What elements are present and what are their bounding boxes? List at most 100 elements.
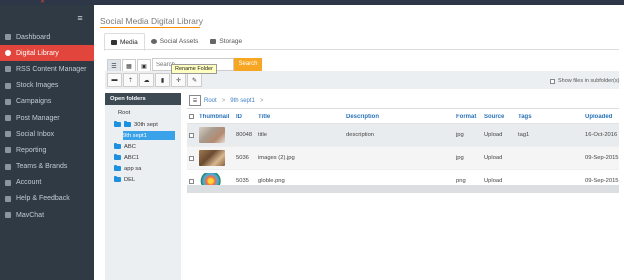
hamburger-menu-icon[interactable]: ≡	[75, 13, 85, 23]
folder-node[interactable]: DEL	[114, 175, 135, 184]
tab-storage[interactable]: Storage	[204, 33, 248, 49]
thumbnail-image[interactable]	[199, 150, 225, 166]
column-header-tags[interactable]: Tags	[518, 114, 585, 120]
open-folder-button[interactable]: ▬	[107, 73, 122, 87]
sidebar-item-account[interactable]: Account	[0, 175, 94, 191]
rename-folder-tooltip: Rename Folder	[171, 64, 217, 74]
main-content: Social Media Digital Library Media Socia…	[94, 5, 624, 280]
folder-label: Root	[118, 109, 131, 116]
folder-node[interactable]: ABC1	[114, 153, 139, 162]
show-files-subfolders[interactable]: Show files in subfolder(s)	[550, 78, 619, 84]
sidebar-item-rss-content-manager[interactable]: RSS Content Manager	[0, 61, 94, 77]
image-icon	[5, 82, 11, 89]
tags-cell: tag1	[518, 132, 530, 138]
folder-toolbar-buttons: ▬ ⇡ ☁ ▮ ✛ ✎	[107, 73, 203, 87]
row-checkbox[interactable]	[189, 132, 194, 138]
rename-folder-button[interactable]: ✎	[187, 73, 202, 87]
select-all-cell	[187, 114, 199, 119]
folder-label: ABC1	[124, 154, 140, 161]
title-cell: images (2).jpg	[258, 155, 295, 161]
media-grid: Thumbnail ID Title Description Format So…	[187, 110, 619, 193]
breadcrumb-separator: >	[259, 97, 264, 104]
row-checkbox[interactable]	[189, 155, 194, 161]
folders-header: Open folders	[105, 93, 181, 105]
column-header-thumbnail[interactable]: Thumbnail	[199, 114, 236, 120]
folder-node[interactable]: app sa	[114, 164, 141, 173]
tab-label: Storage	[219, 37, 243, 45]
column-header-source[interactable]: Source	[484, 114, 518, 120]
breadcrumb: ☰ Root > 9th sept1 >	[187, 93, 619, 109]
upload-button[interactable]: ☁	[139, 73, 154, 87]
sidebar-item-dashboard[interactable]: Dashboard	[0, 29, 94, 45]
tree-toggle-icon[interactable]: ☰	[189, 95, 201, 106]
sidebar-item-reporting[interactable]: Reporting	[0, 142, 94, 158]
select-all-checkbox[interactable]	[189, 114, 194, 119]
format-cell: jpg	[456, 155, 464, 161]
search-button[interactable]: Search	[234, 58, 262, 71]
folder-node-selected[interactable]: 9th sept1	[123, 131, 175, 140]
library-icon	[5, 50, 11, 57]
column-header-title[interactable]: Title	[258, 114, 346, 120]
move-up-button[interactable]: ⇡	[123, 73, 138, 87]
table-row[interactable]: 5036 images (2).jpg jpg Upload 09-Sep-20…	[187, 147, 619, 170]
row-checkbox[interactable]	[189, 178, 194, 184]
arrow-up-icon: ⇡	[127, 77, 134, 84]
title-cell: title	[258, 132, 268, 138]
sidebar-item-label: RSS Content Manager	[16, 65, 87, 73]
sidebar-item-label: Stock Images	[16, 82, 59, 90]
sidebar-item-label: Dashboard	[16, 33, 51, 41]
tab-label: Media	[120, 38, 138, 46]
folder-open-icon: ▬	[111, 77, 118, 83]
folder-node[interactable]: 30th sept	[114, 120, 158, 129]
folder-icon	[114, 143, 121, 149]
folder-root[interactable]: Root	[118, 108, 130, 117]
table-row[interactable]: 80048 title description jpg Upload tag1 …	[187, 124, 619, 147]
sidebar-item-campaigns[interactable]: Campaigns	[0, 94, 94, 110]
folder-label: app sa	[124, 165, 142, 172]
breadcrumb-item[interactable]: Root	[204, 98, 217, 104]
folder-label: DEL	[124, 176, 136, 183]
inbox-icon	[5, 131, 11, 138]
globe-icon	[150, 38, 157, 44]
add-button[interactable]: ✛	[171, 73, 186, 87]
sidebar: ≡ Dashboard Digital Library RSS Content …	[0, 5, 94, 280]
dashboard-icon	[5, 34, 11, 41]
delete-button[interactable]: ▮	[155, 73, 170, 87]
sidebar-item-label: Digital Library	[16, 49, 59, 57]
id-cell: 5035	[236, 178, 249, 184]
folder-node[interactable]: ABC	[114, 142, 136, 151]
row-select-cell	[187, 132, 199, 138]
sidebar-item-label: Account	[16, 179, 42, 187]
sidebar-item-label: Reporting	[16, 146, 47, 154]
trash-icon: ▮	[160, 77, 165, 84]
sidebar-item-digital-library[interactable]: Digital Library	[0, 45, 94, 62]
sidebar-item-social-inbox[interactable]: Social Inbox	[0, 126, 94, 142]
sidebar-item-teams-brands[interactable]: Teams & Brands	[0, 159, 94, 175]
cloud-upload-icon: ☁	[143, 77, 150, 84]
uploaded-cell: 09-Sep-2015	[585, 155, 619, 161]
breadcrumb-item[interactable]: 9th sept1	[230, 98, 255, 104]
column-header-format[interactable]: Format	[456, 114, 484, 120]
thumbnail-cell	[199, 150, 236, 166]
tab-social-assets[interactable]: Social Assets	[145, 33, 205, 49]
show-files-checkbox[interactable]	[550, 78, 555, 84]
column-header-uploaded[interactable]: Uploaded	[585, 114, 619, 120]
sidebar-item-stock-images[interactable]: Stock Images	[0, 78, 94, 94]
chart-icon	[5, 147, 11, 154]
chat-icon	[5, 212, 11, 219]
user-icon	[5, 179, 11, 186]
column-header-id[interactable]: ID	[236, 114, 258, 120]
grid-footer	[187, 185, 619, 193]
format-cell: jpg	[456, 132, 464, 138]
edit-icon: ✎	[191, 77, 198, 84]
column-header-description[interactable]: Description	[346, 114, 456, 120]
grid-header: Thumbnail ID Title Description Format So…	[187, 110, 619, 124]
sidebar-item-post-manager[interactable]: Post Manager	[0, 110, 94, 126]
sidebar-item-help-feedback[interactable]: Help & Feedback	[0, 191, 94, 207]
source-cell: Upload	[484, 132, 503, 138]
list-icon: ☰	[111, 63, 117, 70]
sidebar-item-mavchat[interactable]: MavChat	[0, 207, 94, 223]
thumbnail-image[interactable]	[199, 127, 225, 143]
team-icon	[5, 163, 11, 170]
post-icon	[5, 115, 11, 122]
